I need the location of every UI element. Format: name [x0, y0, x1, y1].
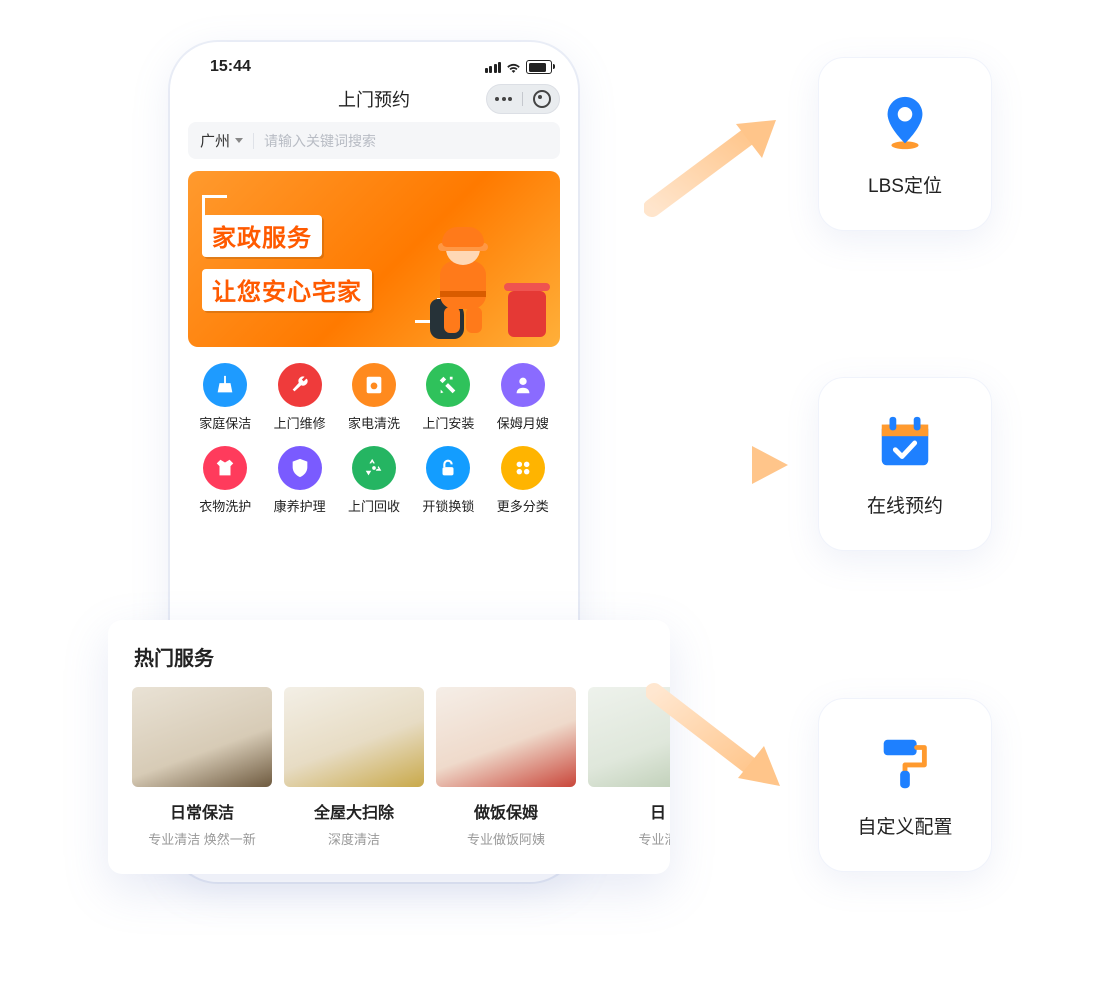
service-name: 日常保洁	[132, 799, 272, 823]
feature-card-lbs: LBS定位	[818, 57, 992, 231]
feature-label: 自定义配置	[857, 812, 952, 839]
category-label: 上门安装	[422, 413, 474, 432]
service-card[interactable]: 日常保洁 专业清洁 焕然一新	[132, 687, 272, 848]
lock-icon	[426, 446, 470, 490]
wrench-icon	[278, 363, 322, 407]
feature-card-config: 自定义配置	[818, 698, 992, 872]
service-image	[284, 687, 424, 787]
chevron-down-icon	[235, 138, 243, 143]
category-label: 保姆月嫂	[497, 413, 549, 432]
category-label: 上门维修	[274, 413, 326, 432]
promo-banner[interactable]: 家政服务 让您安心宅家	[188, 171, 560, 347]
service-subtitle: 专业清	[588, 829, 670, 848]
category-more[interactable]: 更多分类	[486, 446, 560, 515]
close-icon[interactable]	[533, 90, 551, 108]
nanny-icon	[501, 363, 545, 407]
feature-card-booking: 在线预约	[818, 377, 992, 551]
worker-illustration	[428, 227, 502, 337]
city-selector[interactable]: 广州	[200, 130, 243, 151]
feature-label: LBS定位	[868, 171, 942, 198]
category-label: 康养护理	[274, 496, 326, 515]
search-placeholder[interactable]: 请输入关键词搜索	[264, 131, 376, 151]
signal-icon	[485, 62, 502, 73]
category-label: 衣物洗护	[199, 496, 251, 515]
app-header: 上门预约	[170, 78, 578, 122]
category-lock[interactable]: 开锁换锁	[411, 446, 485, 515]
category-recycle[interactable]: 上门回收	[337, 446, 411, 515]
service-card[interactable]: 日 专业清	[588, 687, 670, 848]
status-time: 15:44	[210, 58, 251, 76]
status-bar: 15:44	[170, 52, 578, 78]
category-label: 家庭保洁	[199, 413, 251, 432]
service-name: 全屋大扫除	[284, 799, 424, 823]
category-shield-plus[interactable]: 康养护理	[262, 446, 336, 515]
category-tools[interactable]: 上门安装	[411, 363, 485, 432]
calendar-check-icon	[874, 411, 936, 473]
tools-icon	[426, 363, 470, 407]
banner-line-2: 让您安心宅家	[212, 279, 362, 306]
service-image	[436, 687, 576, 787]
broom-icon	[203, 363, 247, 407]
service-image	[588, 687, 670, 787]
paint-roller-icon	[874, 732, 936, 794]
shirt-icon	[203, 446, 247, 490]
category-broom[interactable]: 家庭保洁	[188, 363, 262, 432]
shield-plus-icon	[278, 446, 322, 490]
service-row: 日常保洁 专业清洁 焕然一新 全屋大扫除 深度清洁 做饭保姆 专业做饭阿姨 日 …	[132, 687, 670, 848]
wifi-icon	[506, 62, 521, 73]
service-card[interactable]: 做饭保姆 专业做饭阿姨	[436, 687, 576, 848]
category-washer[interactable]: 家电清洗	[337, 363, 411, 432]
more-icon	[501, 446, 545, 490]
banner-line-1: 家政服务	[212, 225, 312, 252]
battery-icon	[526, 60, 552, 74]
category-shirt[interactable]: 衣物洗护	[188, 446, 262, 515]
city-label: 广州	[200, 130, 230, 151]
service-subtitle: 专业清洁 焕然一新	[132, 829, 272, 848]
arrow-1	[644, 110, 794, 220]
service-name: 做饭保姆	[436, 799, 576, 823]
page-title: 上门预约	[338, 86, 410, 112]
category-grid: 家庭保洁 上门维修 家电清洗 上门安装 保姆月嫂衣物洗护 康养护理 上门回收 开锁换锁 更多分类	[170, 363, 578, 525]
category-wrench[interactable]: 上门维修	[262, 363, 336, 432]
service-subtitle: 深度清洁	[284, 829, 424, 848]
miniprogram-capsule[interactable]	[486, 84, 560, 114]
service-subtitle: 专业做饭阿姨	[436, 829, 576, 848]
recycle-icon	[352, 446, 396, 490]
pin-icon	[874, 91, 936, 153]
washer-icon	[352, 363, 396, 407]
category-label: 更多分类	[497, 496, 549, 515]
trash-bin-illustration	[508, 291, 546, 337]
feature-label: 在线预约	[867, 491, 943, 518]
service-image	[132, 687, 272, 787]
category-label: 开锁换锁	[422, 496, 474, 515]
search-bar[interactable]: 广州 请输入关键词搜索	[188, 122, 560, 159]
section-title: 热门服务	[134, 642, 670, 671]
service-card[interactable]: 全屋大扫除 深度清洁	[284, 687, 424, 848]
popular-services-card: 热门服务 日常保洁 专业清洁 焕然一新 全屋大扫除 深度清洁 做饭保姆 专业做饭…	[108, 620, 670, 874]
status-icons	[485, 60, 553, 74]
service-name: 日	[588, 799, 670, 823]
category-label: 上门回收	[348, 496, 400, 515]
category-nanny[interactable]: 保姆月嫂	[486, 363, 560, 432]
category-label: 家电清洗	[348, 413, 400, 432]
arrow-2	[648, 440, 798, 490]
more-icon[interactable]	[495, 97, 512, 101]
